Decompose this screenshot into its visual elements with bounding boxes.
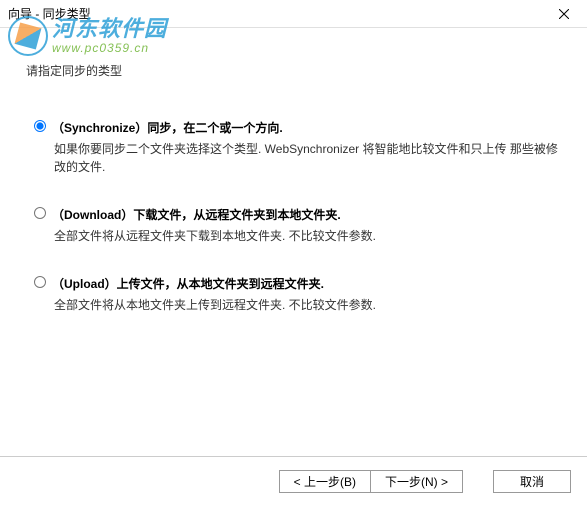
option-description: 全部文件将从远程文件夹下载到本地文件夹. 不比较文件参数.: [54, 227, 559, 245]
radio-synchronize[interactable]: [34, 120, 46, 132]
option-description: 如果你要同步二个文件夹选择这个类型. WebSynchronizer 将智能地比…: [54, 140, 559, 176]
radio-download[interactable]: [34, 207, 46, 219]
option-description: 全部文件将从本地文件夹上传到远程文件夹. 不比较文件参数.: [54, 296, 559, 314]
radio-upload[interactable]: [34, 276, 46, 288]
option-title: （Synchronize）同步，在二个或一个方向.: [52, 119, 283, 136]
watermark-url: www.pc0359.cn: [52, 42, 167, 55]
instruction-text: 请指定同步的类型: [26, 62, 559, 79]
watermark-logo-icon: [8, 16, 48, 56]
watermark-name: 河东软件园: [52, 17, 167, 41]
cancel-button[interactable]: 取消: [493, 470, 571, 493]
wizard-footer: < 上一步(B) 下一步(N) > 取消: [0, 456, 587, 506]
back-button[interactable]: < 上一步(B): [279, 470, 370, 493]
close-icon: [559, 9, 569, 19]
options-group: （Synchronize）同步，在二个或一个方向. 如果你要同步二个文件夹选择这…: [34, 119, 559, 314]
watermark-text: 河东软件园 www.pc0359.cn: [52, 17, 167, 54]
nav-button-group: < 上一步(B) 下一步(N) >: [279, 470, 463, 493]
next-button[interactable]: 下一步(N) >: [370, 470, 463, 493]
option-download: （Download）下载文件，从远程文件夹到本地文件夹. 全部文件将从远程文件夹…: [34, 206, 559, 245]
close-button[interactable]: [541, 0, 587, 28]
wizard-content: 请指定同步的类型 （Synchronize）同步，在二个或一个方向. 如果你要同…: [0, 28, 587, 456]
option-title: （Upload）上传文件，从本地文件夹到远程文件夹.: [52, 275, 324, 292]
watermark: 河东软件园 www.pc0359.cn: [8, 16, 167, 56]
option-title: （Download）下载文件，从远程文件夹到本地文件夹.: [52, 206, 341, 223]
option-upload: （Upload）上传文件，从本地文件夹到远程文件夹. 全部文件将从本地文件夹上传…: [34, 275, 559, 314]
option-synchronize: （Synchronize）同步，在二个或一个方向. 如果你要同步二个文件夹选择这…: [34, 119, 559, 176]
